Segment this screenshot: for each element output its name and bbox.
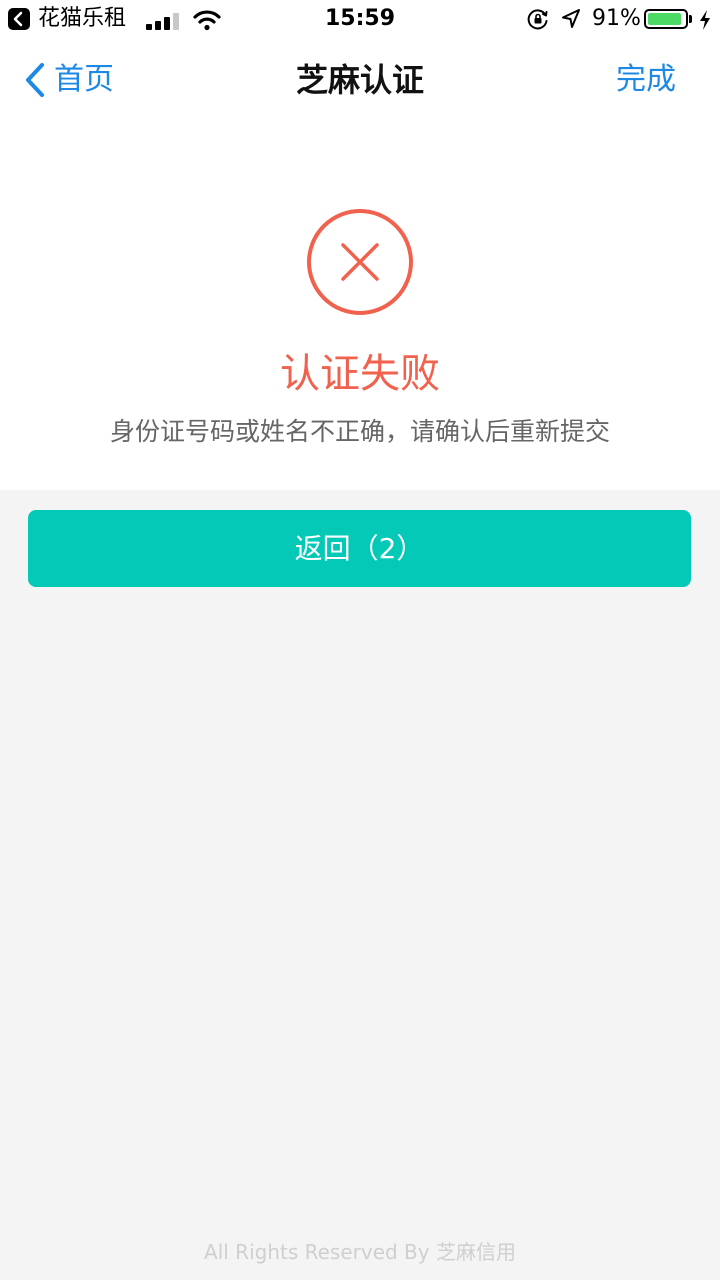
battery-icon [644, 9, 688, 29]
location-arrow-icon [562, 9, 580, 28]
screen: 花猫乐租 15:59 91% 首页 芝麻认证 完成 认证失败 身份证号码或姓名不… [0, 0, 720, 1280]
done-button[interactable]: 完成 [616, 58, 676, 102]
footer-copyright: All Rights Reserved By 芝麻信用 [204, 1240, 516, 1264]
chevron-left-icon [26, 63, 44, 97]
charging-bolt-icon [700, 10, 710, 30]
battery-nub [689, 15, 692, 23]
navigation-bar: 首页 芝麻认证 完成 [0, 40, 720, 120]
orientation-lock-icon [527, 9, 548, 30]
return-button[interactable]: 返回（2） [28, 510, 691, 587]
battery-percent: 91% [592, 6, 641, 31]
battery-level-fill [648, 13, 681, 25]
back-button-label: 首页 [54, 62, 114, 97]
fail-x-circle-icon [307, 209, 413, 315]
result-message: 身份证号码或姓名不正确，请确认后重新提交 [109, 417, 610, 446]
status-bar: 花猫乐租 15:59 91% [0, 0, 720, 40]
back-button[interactable]: 首页 [24, 58, 114, 102]
result-title: 认证失败 [280, 351, 440, 397]
result-card: 认证失败 身份证号码或姓名不正确，请确认后重新提交 [0, 120, 720, 490]
